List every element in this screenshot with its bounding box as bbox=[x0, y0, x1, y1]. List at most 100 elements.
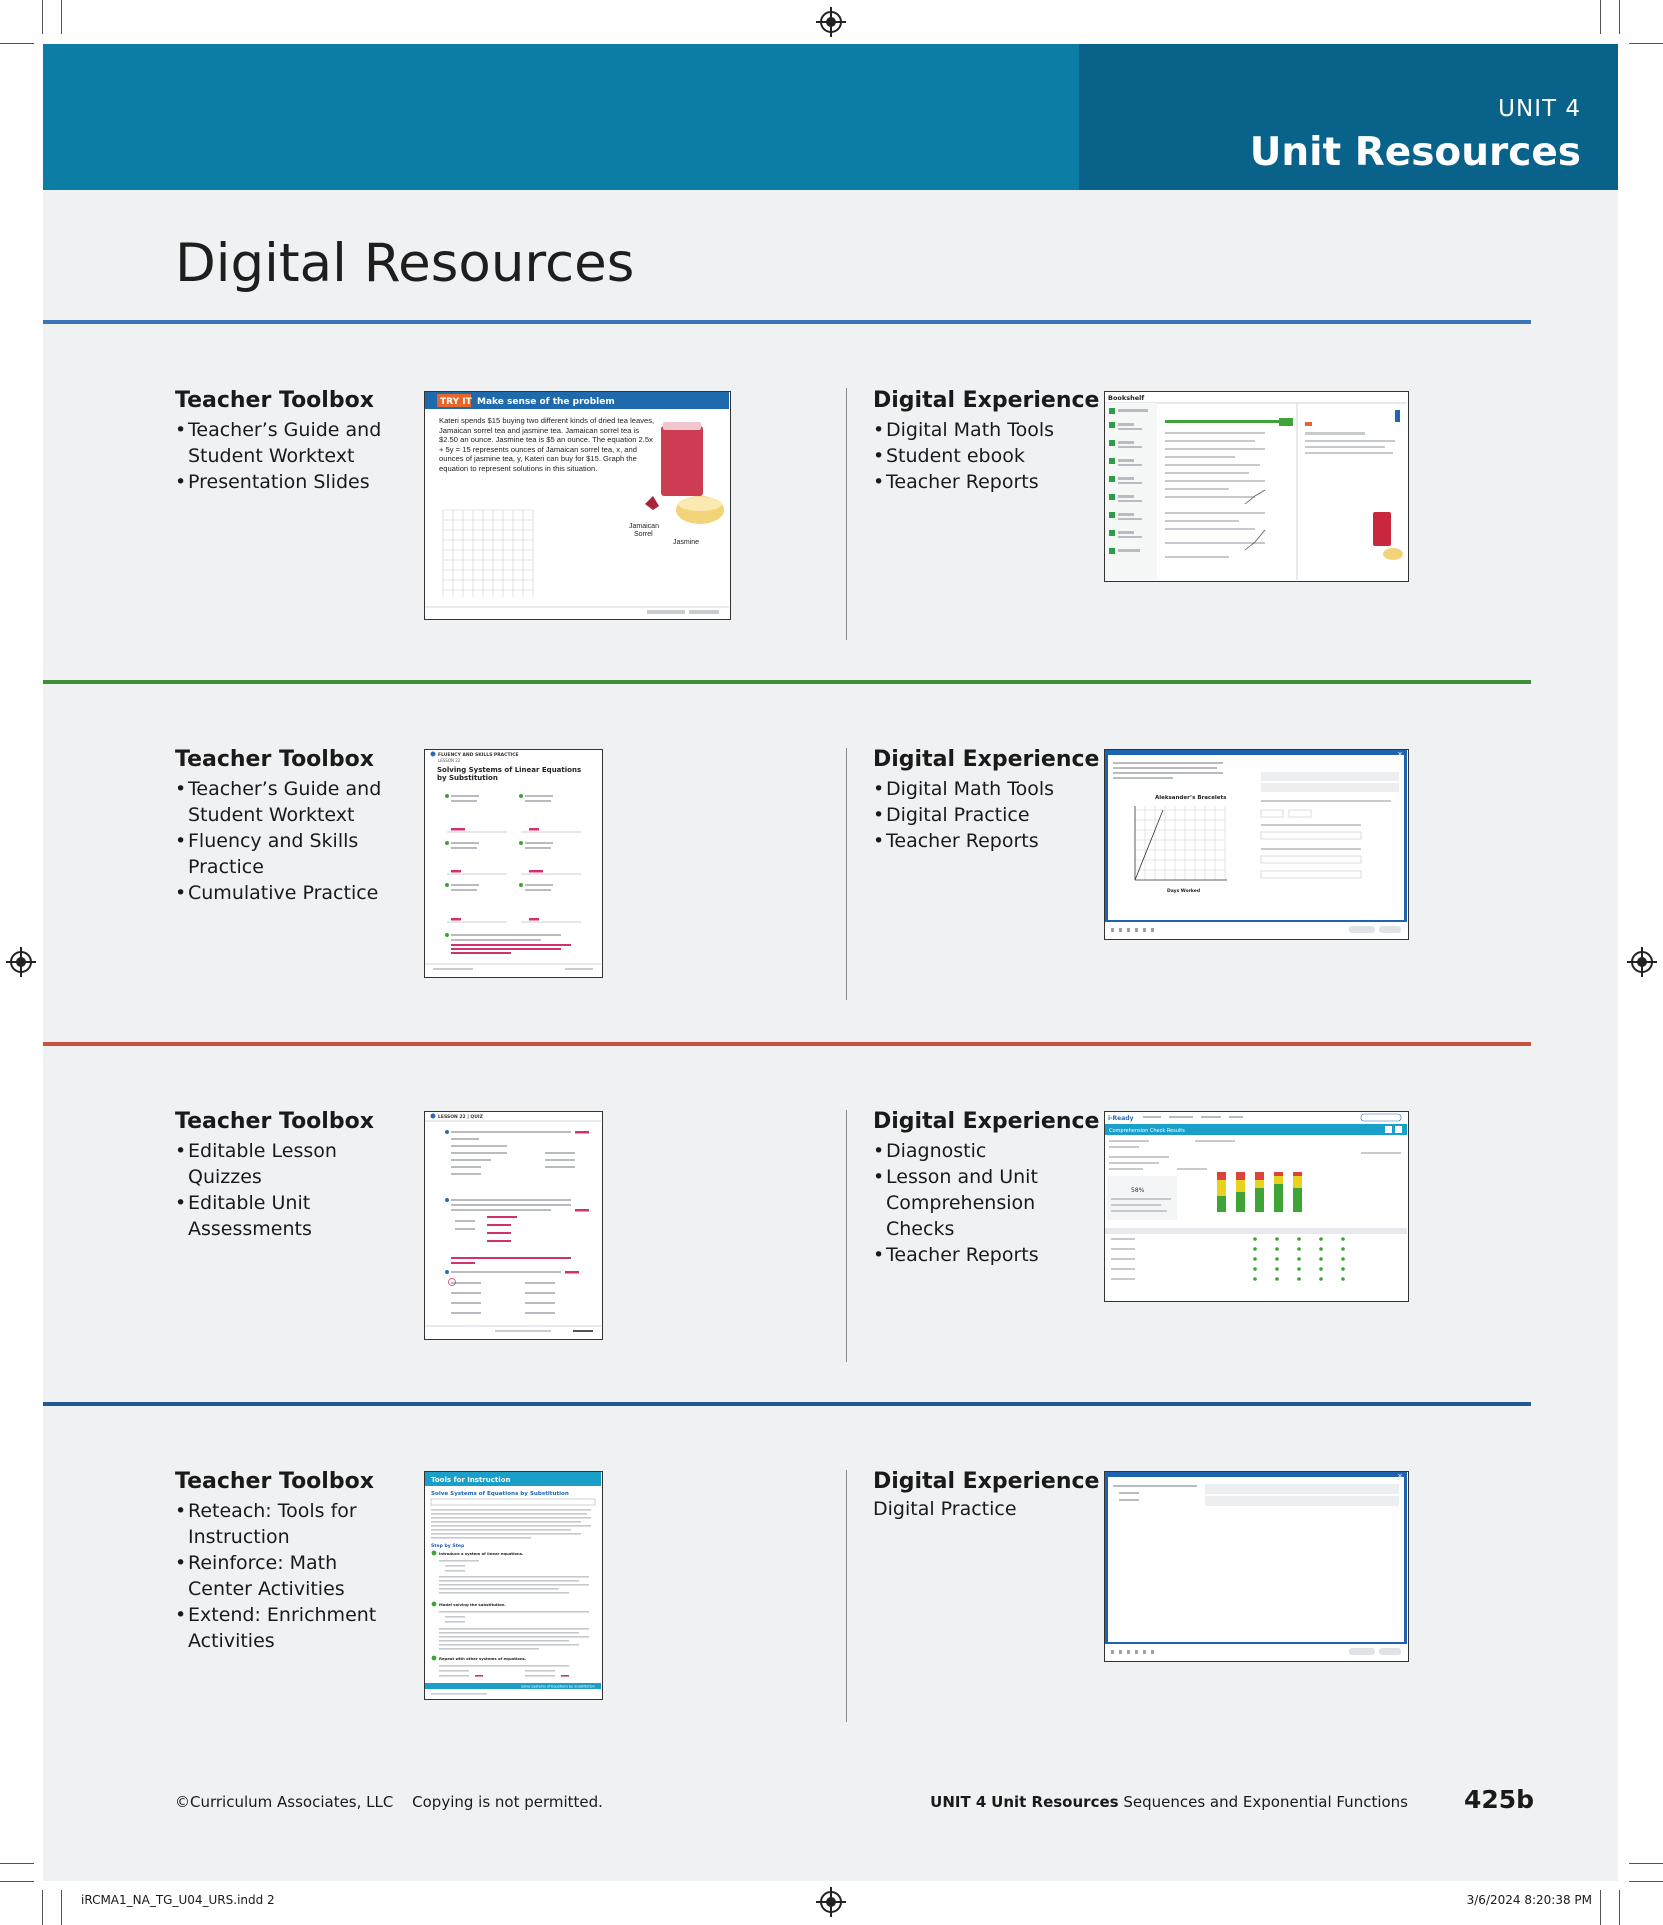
crop-mark bbox=[1629, 1863, 1663, 1864]
report-status-dot bbox=[1341, 1277, 1345, 1281]
digital-item: Diagnostic bbox=[873, 1138, 1103, 1164]
column-separator bbox=[846, 1470, 847, 1722]
worksheet-lesson: LESSON 22 bbox=[438, 758, 461, 763]
crop-mark bbox=[42, 1890, 43, 1925]
report-status-dot bbox=[1297, 1237, 1301, 1241]
footer-section: Unit Resources bbox=[991, 1793, 1119, 1811]
digital-item: Lesson and Unit Comprehension Checks bbox=[873, 1164, 1103, 1242]
page-title: Digital Resources bbox=[175, 233, 635, 294]
toolbox-list: Teacher’s Guide and Student Worktext Pre… bbox=[175, 417, 390, 495]
crop-mark bbox=[1629, 1881, 1663, 1882]
graph-x-label: Days Worked bbox=[1167, 888, 1200, 894]
slide-body: Kateri spends $15 buying two different k… bbox=[439, 416, 655, 473]
digital-item: Teacher Reports bbox=[873, 828, 1103, 854]
report-status-dot bbox=[1297, 1257, 1301, 1261]
slide-label-sorrel: Jamaican bbox=[629, 523, 659, 530]
toolbox-title: Teacher Toolbox bbox=[175, 747, 374, 772]
digital-item: Student ebook bbox=[873, 443, 1103, 469]
toolbox-title: Teacher Toolbox bbox=[175, 1469, 374, 1494]
copyright-text: ©Curriculum Associates, LLC bbox=[175, 1793, 394, 1811]
presentation-slide-thumbnail: TRY IT Make sense of the problem Kateri … bbox=[424, 391, 731, 620]
report-status-dot bbox=[1319, 1237, 1323, 1241]
report-bar-segment bbox=[1293, 1188, 1302, 1212]
report-status-dot bbox=[1253, 1277, 1257, 1281]
crop-mark bbox=[1619, 0, 1620, 34]
toolbox-item: Extend: Enrichment Activities bbox=[175, 1602, 390, 1654]
report-status-dot bbox=[1341, 1247, 1345, 1251]
report-bar-segment bbox=[1274, 1172, 1283, 1176]
slide-label-sorrel: Sorrel bbox=[634, 531, 653, 538]
report-bar-segment bbox=[1217, 1172, 1226, 1180]
column-separator bbox=[846, 1110, 847, 1362]
tools-footer-bar: Solve Systems of Equations by Substituti… bbox=[521, 1685, 595, 1689]
report-bar-segment bbox=[1255, 1172, 1264, 1180]
student-ebook-thumbnail: Bookshelf bbox=[1104, 391, 1409, 582]
toolbox-item: Reteach: Tools for Instruction bbox=[175, 1498, 390, 1550]
report-bar-segment bbox=[1255, 1180, 1264, 1188]
header-banner bbox=[43, 44, 1079, 190]
report-status-dot bbox=[1253, 1247, 1257, 1251]
report-bar-segment bbox=[1274, 1184, 1283, 1212]
footer-topic: Sequences and Exponential Functions bbox=[1123, 1793, 1408, 1811]
digital-title: Digital Experience bbox=[873, 1109, 1100, 1134]
registration-mark-right bbox=[1627, 947, 1657, 977]
graph-title: Aleksander’s Bracelets bbox=[1155, 795, 1227, 801]
section-rule bbox=[43, 1402, 1531, 1406]
report-status-dot bbox=[1319, 1277, 1323, 1281]
crop-mark bbox=[0, 1881, 34, 1882]
crop-mark bbox=[1629, 43, 1663, 44]
slide-label-jasmine: Jasmine bbox=[673, 539, 699, 546]
report-status-dot bbox=[1341, 1237, 1345, 1241]
toolbox-item: Fluency and Skills Practice bbox=[175, 828, 390, 880]
slug-filename: iRCMA1_NA_TG_U04_URS.indd 2 bbox=[81, 1893, 275, 1907]
report-status-dot bbox=[1253, 1267, 1257, 1271]
digital-practice-thumbnail: × bbox=[1104, 1471, 1409, 1662]
toolbox-item: Teacher’s Guide and Student Worktext bbox=[175, 417, 390, 469]
unit-title: Unit Resources bbox=[1249, 130, 1581, 175]
crop-mark bbox=[42, 0, 43, 34]
report-status-dot bbox=[1297, 1277, 1301, 1281]
toolbox-list: Editable Lesson Quizzes Editable Unit As… bbox=[175, 1138, 390, 1242]
tools-step: Introduce a system of linear equations. bbox=[439, 1551, 524, 1556]
toolbox-list: Reteach: Tools for Instruction Reinforce… bbox=[175, 1498, 390, 1654]
report-status-dot bbox=[1275, 1267, 1279, 1271]
digital-item: Teacher Reports bbox=[873, 469, 1103, 495]
digital-item: Digital Math Tools bbox=[873, 776, 1103, 802]
toolbox-item: Teacher’s Guide and Student Worktext bbox=[175, 776, 390, 828]
report-bar-segment bbox=[1255, 1188, 1264, 1212]
digital-title: Digital Experience bbox=[873, 388, 1100, 413]
section-rule bbox=[43, 1042, 1531, 1046]
report-bar-segment bbox=[1236, 1172, 1245, 1180]
report-status-dot bbox=[1319, 1257, 1323, 1261]
quiz-eyebrow: LESSON 22 | QUIZ bbox=[438, 1114, 484, 1120]
crop-mark bbox=[0, 43, 34, 44]
tools-step: Model solving the substitution. bbox=[439, 1602, 506, 1607]
digital-list: Diagnostic Lesson and Unit Comprehension… bbox=[873, 1138, 1103, 1268]
report-status-dot bbox=[1253, 1237, 1257, 1241]
digital-item: Digital Practice bbox=[873, 1498, 1017, 1520]
tools-heading: Solve Systems of Equations by Substituti… bbox=[431, 1491, 569, 1497]
digital-item: Teacher Reports bbox=[873, 1242, 1103, 1268]
report-bar-segment bbox=[1236, 1180, 1245, 1192]
toolbox-title: Teacher Toolbox bbox=[175, 1109, 374, 1134]
digital-list: Digital Math Tools Digital Practice Teac… bbox=[873, 776, 1103, 854]
teacher-report-thumbnail: i-Ready Comprehension Check Results 58% bbox=[1104, 1111, 1409, 1302]
tools-step-label: Step by Step bbox=[431, 1543, 465, 1549]
lesson-quiz-thumbnail: LESSON 22 | QUIZ bbox=[424, 1111, 603, 1340]
report-status-dot bbox=[1275, 1247, 1279, 1251]
report-status-dot bbox=[1275, 1237, 1279, 1241]
toolbox-item: Presentation Slides bbox=[175, 469, 390, 495]
slug-timestamp: 3/6/2024 8:20:38 PM bbox=[1466, 1893, 1592, 1907]
digital-list: Digital Math Tools Student ebook Teacher… bbox=[873, 417, 1103, 495]
digital-title: Digital Experience bbox=[873, 747, 1100, 772]
section-rule bbox=[43, 680, 1531, 684]
fluency-practice-thumbnail: FLUENCY AND SKILLS PRACTICE LESSON 22 So… bbox=[424, 749, 603, 978]
report-status-dot bbox=[1341, 1267, 1345, 1271]
crop-mark bbox=[61, 0, 62, 34]
digital-item: Digital Practice bbox=[873, 802, 1103, 828]
footer-copyright: ©Curriculum Associates, LLC Copying is n… bbox=[175, 1793, 617, 1811]
crop-mark bbox=[1619, 1890, 1620, 1925]
report-score: 58% bbox=[1131, 1187, 1145, 1194]
tools-for-instruction-thumbnail: Tools for Instruction Solve Systems of E… bbox=[424, 1471, 603, 1700]
ebook-bookshelf-label: Bookshelf bbox=[1108, 394, 1144, 402]
